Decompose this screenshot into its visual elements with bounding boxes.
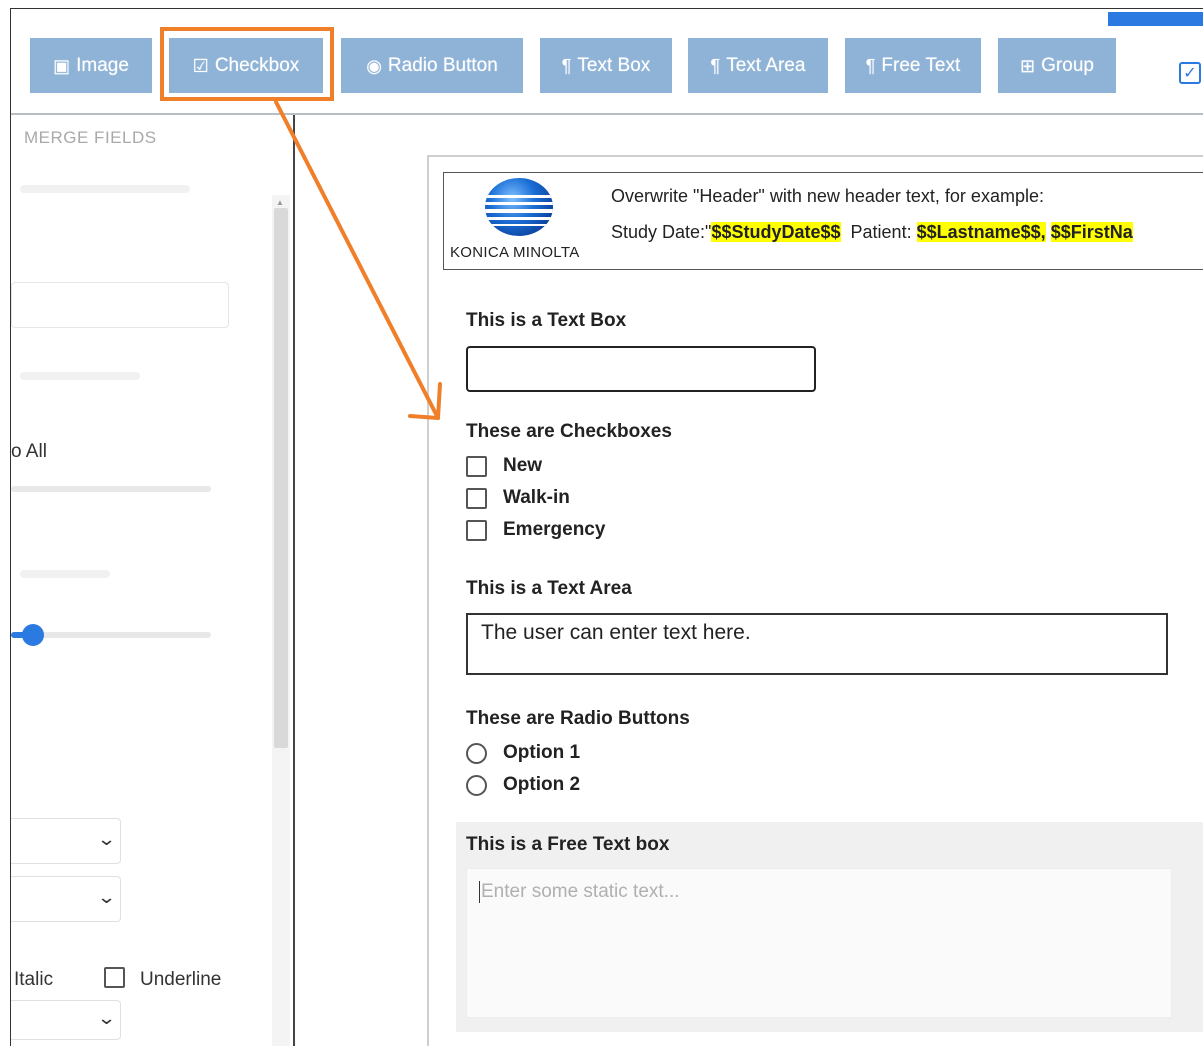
checkbox-walk-in[interactable] [466,487,487,509]
radio-option-1[interactable] [466,742,487,764]
checkbox-item[interactable]: Emergency [466,519,605,541]
konica-minolta-logo-icon [485,178,553,236]
group-icon: ⊞ [1020,55,1036,76]
top-accent-bar [1108,12,1203,26]
scroll-up-icon[interactable]: ▲ [276,198,284,207]
checkbox-emergency[interactable] [466,519,487,541]
toolbar-checkbox[interactable]: ✓ [1179,62,1201,84]
chevron-down-icon: ⌄ [96,829,117,849]
study-date-label: Study Date:" [611,222,712,242]
radio-label: Option 1 [503,742,581,763]
text-caret [479,881,480,903]
image-button-label: Image [76,54,129,76]
lastname-merge-field: $$Lastname$$, [916,222,1046,242]
apply-all-label: o All [11,441,47,462]
panel-scrollbar-thumb[interactable] [274,208,288,748]
text-box-label: This is a Text Box [466,310,627,331]
free-text-label: This is a Free Text box [466,834,670,855]
text-area-input[interactable]: The user can enter text here. [466,613,1168,675]
radio-label: Option 2 [503,774,581,795]
color-select[interactable]: ⌄ [11,1000,121,1040]
radio-option-2[interactable] [466,774,487,796]
checkbox-label: Emergency [503,519,606,540]
study-date-merge-field: $$StudyDate$$ [711,222,841,242]
underline-label: Underline [140,969,222,990]
panel-separator [293,115,295,1046]
merge-fields-heading: MERGE FIELDS [24,128,157,147]
checkbox-button-highlight [160,27,334,101]
paragraph-icon: ¶ [865,55,876,76]
radio-button-label: Radio Button [387,54,498,76]
paragraph-icon: ¶ [561,55,572,76]
text-box-button-label: Text Box [577,54,651,76]
merge-field-input[interactable] [11,282,229,328]
header-instruction: Overwrite "Header" with new header text,… [611,186,1044,206]
size-select[interactable]: ⌄ [11,876,121,922]
group-button-label: Group [1041,54,1094,76]
placeholder-line [20,372,140,380]
free-text-button-label: Free Text [881,54,961,76]
chevron-down-icon: ⌄ [96,1008,117,1028]
group-button[interactable]: ⊞ Group [998,38,1116,93]
checkbox-label: New [503,455,543,476]
size-slider-thumb[interactable] [22,624,44,646]
placeholder-line [20,570,110,578]
text-box-input[interactable] [466,346,816,392]
image-icon: ▣ [53,55,71,76]
image-button[interactable]: ▣ Image [30,38,152,93]
radio-button-button[interactable]: ◉ Radio Button [341,38,523,93]
slider-track[interactable] [11,486,211,492]
free-text-button[interactable]: ¶ Free Text [845,38,981,93]
paragraph-icon: ¶ [710,55,721,76]
italic-label: Italic [14,969,54,990]
checkbox-label: Walk-in [503,487,570,508]
free-text-input[interactable]: Enter some static text... [466,868,1172,1018]
logo-text: KONICA MINOLTA [450,244,580,261]
font-select[interactable]: ⌄ [11,818,121,864]
radio-buttons-label: These are Radio Buttons [466,708,690,729]
checkbox-item[interactable]: Walk-in [466,487,570,509]
radio-item[interactable]: Option 1 [466,742,580,764]
patient-label: Patient: [850,222,912,242]
text-box-button[interactable]: ¶ Text Box [540,38,672,93]
header-example: Study Date:"$$StudyDate$$ Patient: $$Las… [611,222,1133,243]
text-area-button[interactable]: ¶ Text Area [688,38,828,93]
text-area-label: This is a Text Area [466,578,632,599]
placeholder-line [20,185,190,193]
checkbox-item[interactable]: New [466,455,542,477]
checkbox-new[interactable] [466,455,487,477]
firstname-merge-field: $$FirstNa [1050,222,1133,242]
checkboxes-label: These are Checkboxes [466,421,672,442]
chevron-down-icon: ⌄ [96,887,117,907]
free-text-placeholder: Enter some static text... [481,881,680,903]
radio-item[interactable]: Option 2 [466,774,580,796]
radio-icon: ◉ [366,55,382,76]
underline-checkbox[interactable] [104,967,125,988]
text-area-button-label: Text Area [726,54,806,76]
